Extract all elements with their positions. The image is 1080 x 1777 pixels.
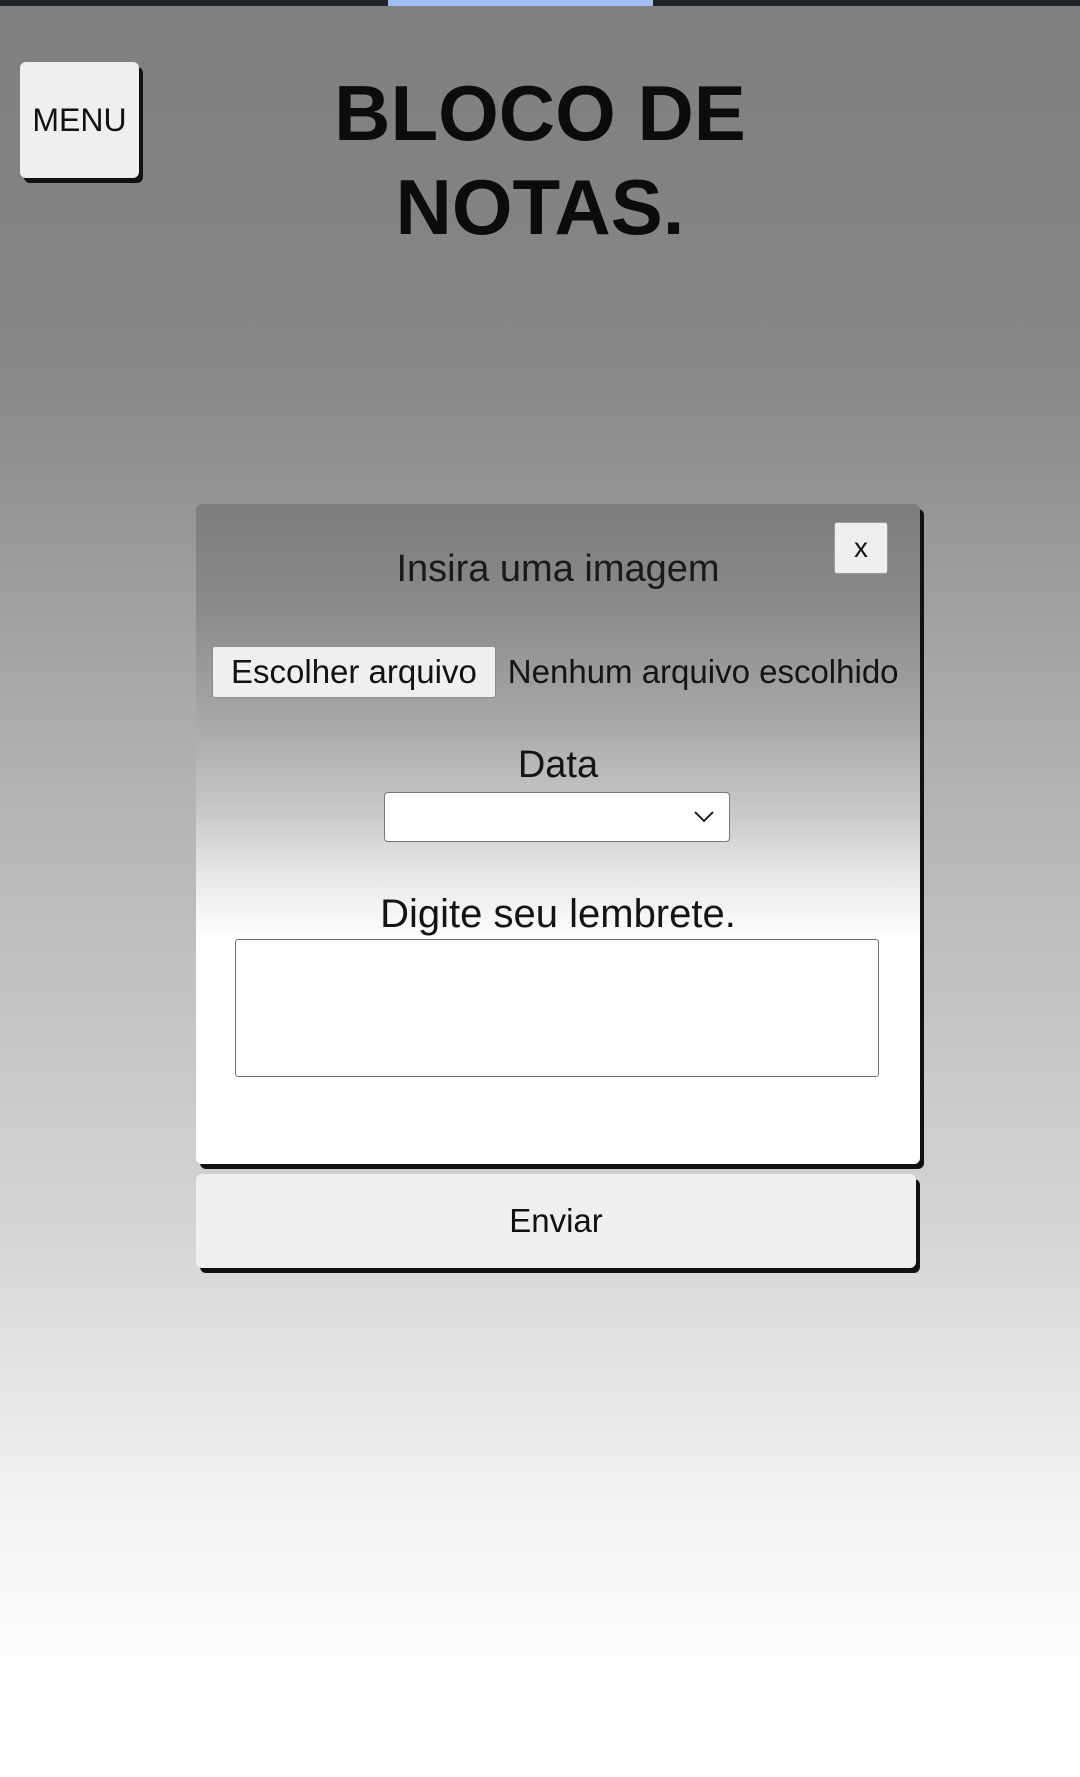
reminder-modal: x Insira uma imagem Escolher arquivo Nen… xyxy=(196,504,920,1164)
menu-button[interactable]: MENU xyxy=(20,62,139,178)
image-label: Insira uma imagem xyxy=(396,548,720,590)
status-bar-indicator xyxy=(388,0,653,6)
file-status-text: Nenhum arquivo escolhido xyxy=(507,653,899,690)
submit-button[interactable]: Enviar xyxy=(196,1174,916,1268)
file-input[interactable]: Escolher arquivo Nenhum arquivo escolhid… xyxy=(212,646,899,698)
status-bar xyxy=(0,0,1080,6)
page-title: BLOCO DE NOTAS. xyxy=(334,69,746,251)
chevron-down-icon xyxy=(694,811,714,823)
date-select[interactable] xyxy=(384,792,730,842)
reminder-label: Digite seu lembrete. xyxy=(380,892,736,936)
choose-file-button[interactable]: Escolher arquivo xyxy=(212,646,496,698)
date-label: Data xyxy=(517,744,599,786)
reminder-input[interactable] xyxy=(235,939,879,1077)
